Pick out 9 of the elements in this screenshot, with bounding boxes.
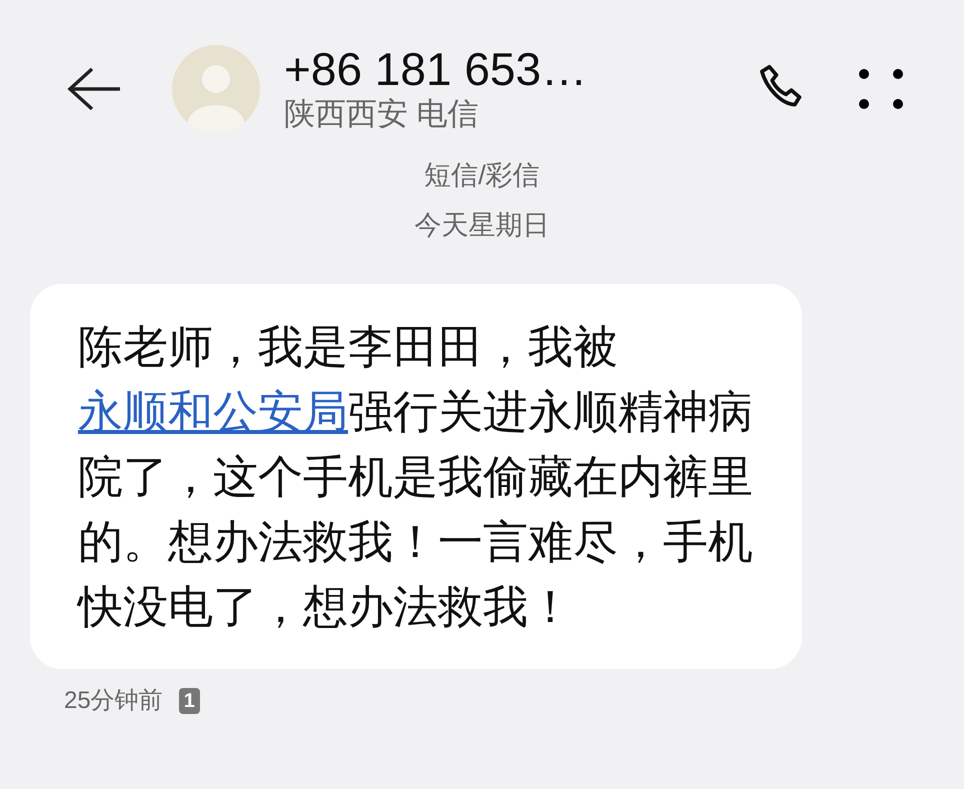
message-text: 陈老师，我是李田田，我被 永顺和公安局强行关进永顺精神病院了，这个手机是我偷藏在内裤里的。想办法救我！一言难尽，手机快没电了，想办法救我！ [78, 320, 754, 634]
contact-number: +86 181 653… [284, 44, 588, 94]
message-link[interactable]: 永顺和公安局 [78, 386, 348, 437]
message-type-label: 短信/彩信 [424, 159, 540, 192]
sim-badge: 1 [178, 688, 200, 714]
more-button[interactable] [858, 66, 904, 112]
contact-location: 陕西西安 电信 [284, 95, 480, 134]
date-label: 今天星期日 [414, 209, 550, 242]
message-time: 25分钟前 [64, 686, 163, 716]
